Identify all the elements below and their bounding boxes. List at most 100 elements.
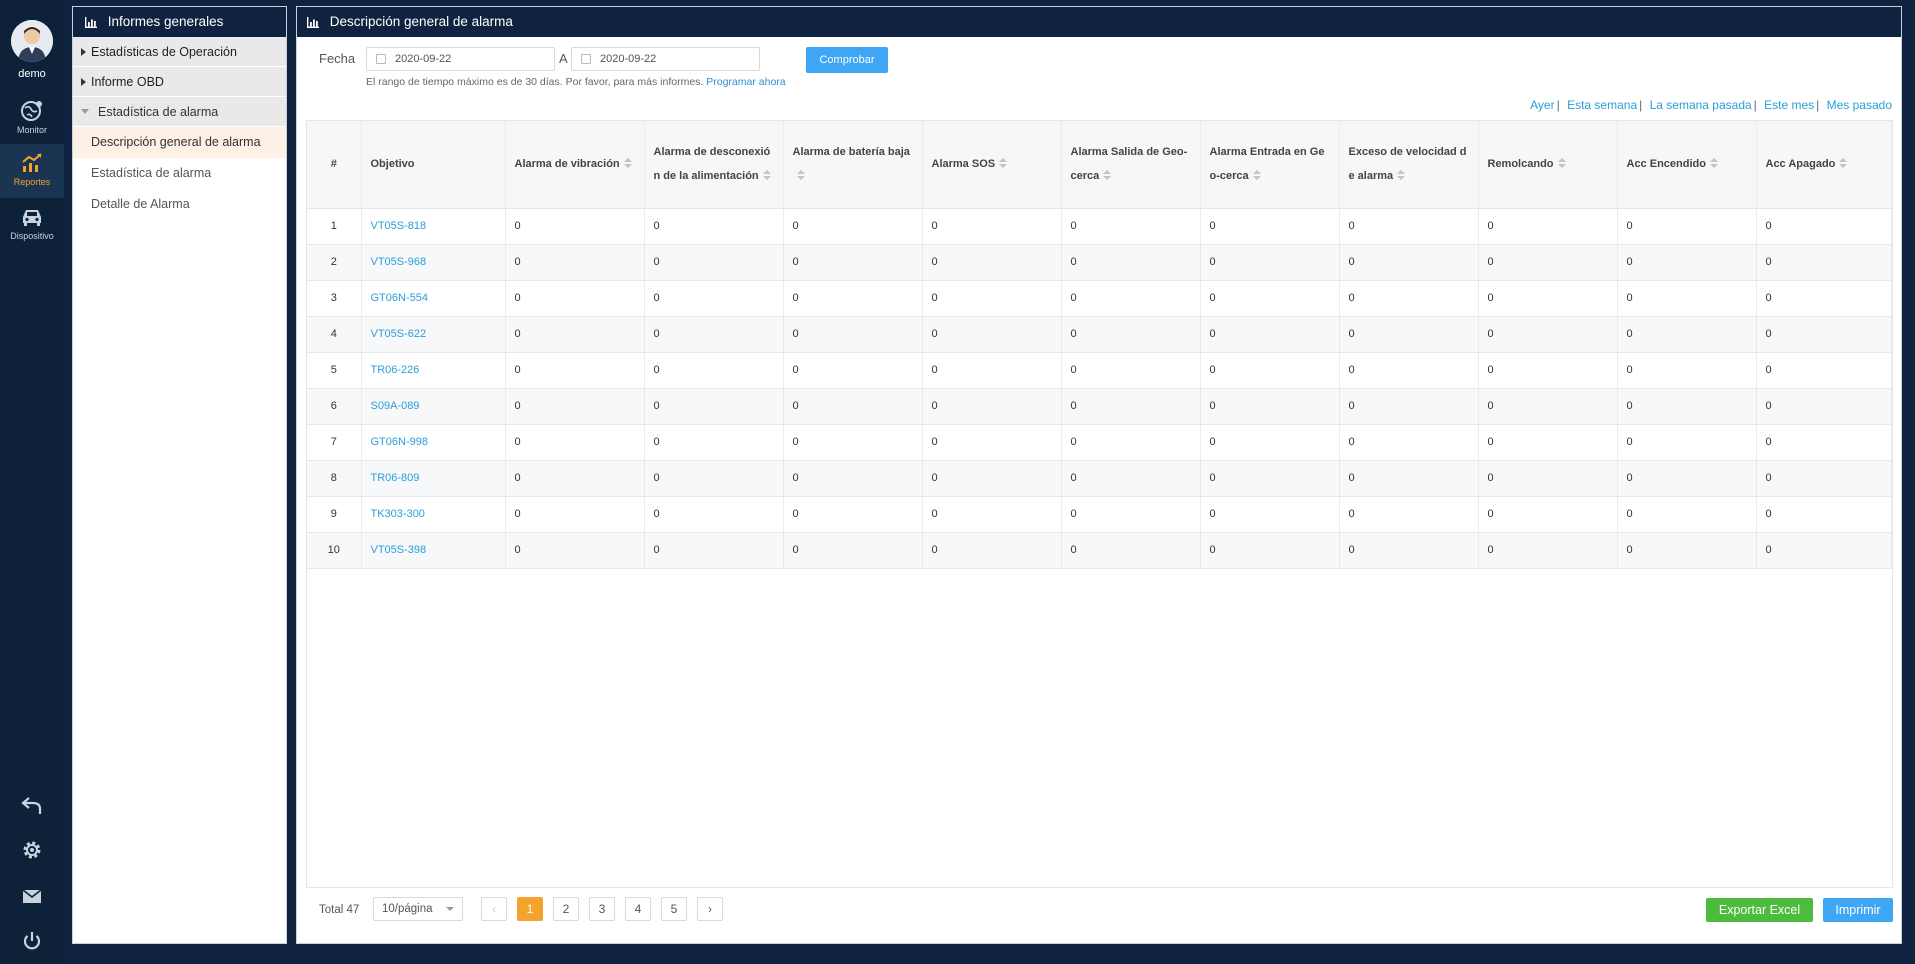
col-header-sos[interactable]: Alarma SOS (922, 121, 1062, 209)
check-button[interactable]: Comprobar (806, 47, 888, 73)
alarm-count-cell: 0 (505, 280, 645, 317)
power-icon[interactable] (20, 929, 44, 953)
col-header-remolcando[interactable]: Remolcando (1478, 121, 1618, 209)
alarm-count-cell: 0 (1339, 424, 1479, 461)
gear-icon[interactable] (20, 838, 44, 862)
page-button[interactable]: 5 (661, 897, 687, 921)
col-header-label: Acc Encendido (1626, 158, 1706, 171)
sort-icon[interactable] (999, 158, 1008, 169)
page-button[interactable]: 3 (589, 897, 615, 921)
sidebar-group-obd[interactable]: Informe OBD (73, 67, 286, 97)
print-button[interactable]: Imprimir (1823, 898, 1893, 922)
prev-page-button[interactable]: ‹ (481, 897, 507, 921)
alarm-count-cell: 0 (783, 388, 923, 425)
alarm-count-cell: 0 (1339, 388, 1479, 425)
export-excel-button[interactable]: Exportar Excel (1706, 898, 1813, 922)
next-page-button[interactable]: › (697, 897, 723, 921)
col-header-acc-encendido[interactable]: Acc Encendido (1617, 121, 1757, 209)
col-header-vibracion[interactable]: Alarma de vibración (505, 121, 645, 209)
sort-icon[interactable] (1103, 170, 1112, 181)
alarm-count-cell: 0 (922, 208, 1062, 245)
sort-icon[interactable] (762, 170, 771, 181)
sort-icon[interactable] (796, 170, 805, 181)
sort-icon[interactable] (1557, 158, 1566, 169)
sidebar-item-descripcion-general[interactable]: Descripción general de alarma (73, 127, 286, 158)
target-link[interactable]: GT06N-554 (371, 292, 428, 304)
alarm-count-cell: 0 (1617, 496, 1757, 533)
row-index: 5 (307, 352, 362, 389)
date-from-input[interactable]: 2020-09-22 (366, 47, 555, 71)
quick-range-this-week[interactable]: Esta semana (1567, 98, 1637, 112)
schedule-now-link[interactable]: Programar ahora (706, 76, 785, 88)
sort-icon[interactable] (1397, 170, 1406, 181)
quick-range-last-month[interactable]: Mes pasado (1827, 98, 1892, 112)
col-header-exceso-velocidad[interactable]: Exceso de velocidad de alarma (1339, 121, 1479, 209)
col-header-bateria-baja[interactable]: Alarma de batería baja (783, 121, 923, 209)
sidebar-group-alarma[interactable]: Estadística de alarma (73, 97, 286, 127)
alarm-count-cell: 0 (1200, 460, 1340, 497)
page-button[interactable]: 4 (625, 897, 651, 921)
alarm-count-cell: 0 (1200, 352, 1340, 389)
row-index: 6 (307, 388, 362, 425)
col-header-label: Alarma de vibración (514, 158, 620, 171)
table-header-row: # Objetivo Alarma de vibración Alarma de… (307, 121, 1892, 209)
quick-range-last-week[interactable]: La semana pasada (1650, 98, 1752, 112)
target-link[interactable]: VT05S-622 (371, 328, 427, 340)
col-header-acc-apagado[interactable]: Acc Apagado (1756, 121, 1892, 209)
avatar[interactable] (11, 20, 53, 62)
sort-icon[interactable] (623, 158, 632, 169)
alarm-count-cell: 0 (1617, 352, 1757, 389)
rail-item-reportes[interactable]: Reportes (0, 144, 64, 198)
quick-range-this-month[interactable]: Este mes (1764, 98, 1814, 112)
page-size-select[interactable]: 10/página (373, 897, 463, 921)
left-rail: demo Monitor Reportes Dispositivo (0, 0, 64, 964)
target-link[interactable]: VT05S-398 (371, 544, 427, 556)
target-link[interactable]: TR06-226 (371, 364, 420, 376)
sidebar-item-detalle-alarma[interactable]: Detalle de Alarma (73, 189, 286, 220)
page-button[interactable]: 2 (553, 897, 579, 921)
row-index: 7 (307, 424, 362, 461)
alarm-count-cell: 0 (644, 244, 784, 281)
date-to-value: 2020-09-22 (600, 53, 657, 65)
mail-icon[interactable] (20, 884, 44, 908)
sidebar-group-operacion[interactable]: Estadísticas de Operación (73, 37, 286, 67)
rail-item-monitor[interactable]: Monitor (0, 92, 64, 146)
col-header-desconexion[interactable]: Alarma de desconexión de la alimentación (644, 121, 784, 209)
rail-item-dispositivo[interactable]: Dispositivo (0, 198, 64, 252)
alarm-count-cell: 0 (644, 316, 784, 353)
alarm-count-cell: 0 (1756, 532, 1892, 569)
alarm-count-cell: 0 (1617, 532, 1757, 569)
alarm-count-cell: 0 (1200, 208, 1340, 245)
sort-icon[interactable] (1252, 170, 1261, 181)
main-header: Descripción general de alarma (297, 7, 1901, 37)
alarm-count-cell: 0 (1339, 460, 1479, 497)
table-row: 5 TR06-226 0 0 0 0 0 0 0 0 0 0 (307, 352, 1892, 389)
alarm-count-cell: 0 (1339, 280, 1479, 317)
sort-icon[interactable] (1839, 158, 1848, 169)
alarm-count-cell: 0 (1617, 244, 1757, 281)
caret-down-icon (81, 109, 89, 114)
target-link[interactable]: GT06N-998 (371, 436, 428, 448)
target-link[interactable]: VT05S-968 (371, 256, 427, 268)
col-header-objetivo: Objetivo (361, 121, 506, 209)
row-index: 4 (307, 316, 362, 353)
target-link[interactable]: S09A-089 (371, 400, 420, 412)
col-header-label: Alarma Entrada en Geo-cerca (1209, 146, 1325, 183)
target-link[interactable]: TK303-300 (371, 508, 425, 520)
col-header-label: Alarma de desconexión de la alimentación (653, 146, 771, 183)
col-header-entrada-geocerca[interactable]: Alarma Entrada en Geo-cerca (1200, 121, 1340, 209)
undo-icon[interactable] (20, 793, 44, 817)
target-link[interactable]: VT05S-818 (371, 220, 427, 232)
table-row: 8 TR06-809 0 0 0 0 0 0 0 0 0 0 (307, 460, 1892, 497)
quick-range-yesterday[interactable]: Ayer (1530, 98, 1554, 112)
sidebar-item-estadistica-alarma[interactable]: Estadística de alarma (73, 158, 286, 189)
target-link[interactable]: TR06-809 (371, 472, 420, 484)
page-button[interactable]: 1 (517, 897, 543, 921)
main-panel: Descripción general de alarma Fecha 2020… (296, 6, 1902, 944)
range-hint-text: El rango de tiempo máximo es de 30 días.… (366, 76, 704, 88)
alarm-count-cell: 0 (1061, 316, 1201, 353)
alarm-count-cell: 0 (1339, 316, 1479, 353)
date-to-input[interactable]: 2020-09-22 (571, 47, 760, 71)
sort-icon[interactable] (1709, 158, 1718, 169)
col-header-salida-geocerca[interactable]: Alarma Salida de Geo-cerca (1061, 121, 1201, 209)
